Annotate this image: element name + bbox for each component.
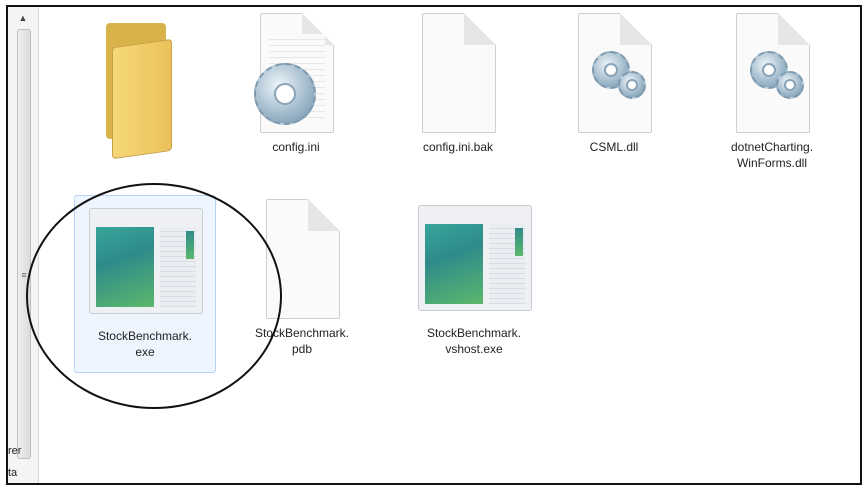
file-item-dotnetcharting-dll[interactable]: dotnetCharting. WinForms.dll — [702, 13, 842, 171]
file-item-db[interactable]: DB — [70, 13, 210, 160]
file-name: config.ini.bak — [422, 140, 494, 154]
folder-icon — [80, 13, 200, 160]
scroll-up-arrow[interactable]: ▲ — [16, 11, 30, 25]
scrollbar-grip-icon: ≡ — [21, 270, 27, 280]
file-name: StockBenchmark. exe — [97, 329, 193, 359]
side-text-1: rer — [8, 445, 22, 457]
application-window-icon — [414, 199, 534, 319]
file-name: StockBenchmark. vshost.exe — [426, 326, 522, 356]
file-name: config.ini — [272, 140, 320, 154]
navigation-pane: ▲ ≡ rer ta — [8, 7, 39, 483]
file-explorer-view: ▲ ≡ rer ta DB config.ini config.ini.bak — [6, 5, 862, 485]
document-icon — [242, 199, 362, 319]
dll-gears-icon — [712, 13, 832, 133]
file-item-config-ini-bak[interactable]: config.ini.bak — [388, 13, 528, 155]
file-item-stockbenchmark-exe[interactable]: StockBenchmark. exe — [74, 195, 216, 373]
file-item-config-ini[interactable]: config.ini — [226, 13, 366, 155]
file-name: dotnetCharting. WinForms.dll — [730, 140, 814, 170]
scrollbar-thumb[interactable]: ≡ — [17, 29, 31, 459]
side-text-2: ta — [8, 467, 18, 479]
dll-gears-icon — [554, 13, 674, 133]
settings-file-icon — [236, 13, 356, 133]
document-icon — [398, 13, 518, 133]
file-name: StockBenchmark. pdb — [254, 326, 350, 356]
application-window-icon — [85, 202, 205, 322]
file-item-csml-dll[interactable]: CSML.dll — [544, 13, 684, 155]
file-item-stockbenchmark-vshost[interactable]: StockBenchmark. vshost.exe — [404, 199, 544, 357]
file-name: CSML.dll — [589, 140, 639, 154]
file-item-stockbenchmark-pdb[interactable]: StockBenchmark. pdb — [232, 199, 372, 357]
